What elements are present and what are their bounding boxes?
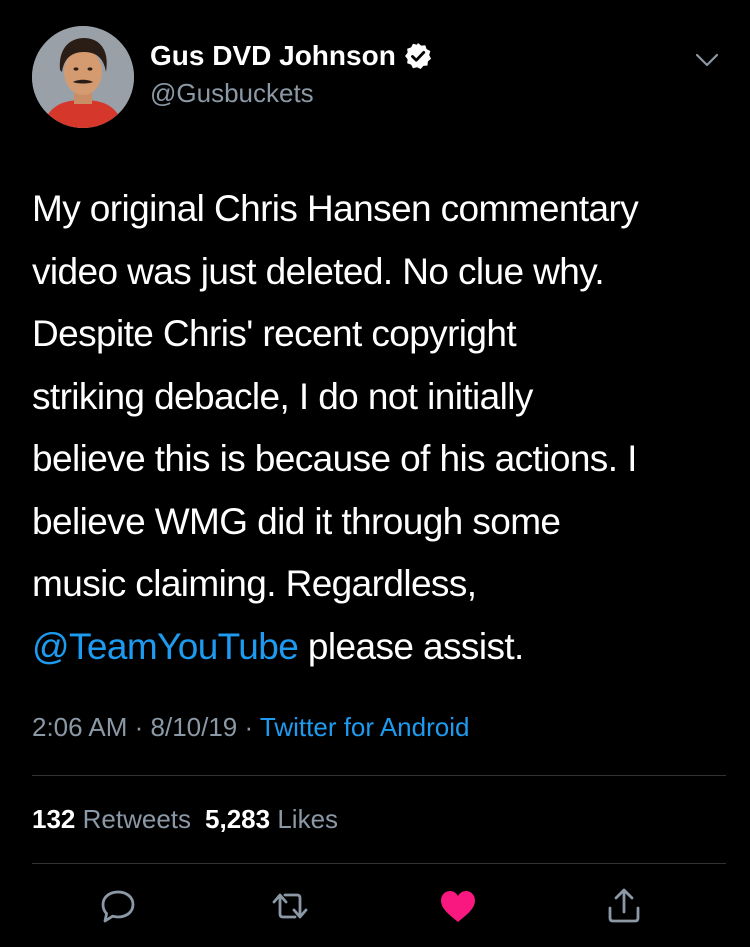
reply-icon — [101, 890, 135, 923]
retweet-icon — [272, 893, 308, 919]
tweet-line: striking debacle, I do not initially — [32, 375, 533, 417]
tweet-line: My original Chris Hansen commentary — [32, 188, 639, 229]
divider — [32, 775, 726, 776]
tweet-line: believe this is because of his actions. … — [32, 438, 637, 479]
retweets-stat[interactable]: 132 Retweets — [32, 804, 191, 834]
heart-icon — [441, 891, 475, 922]
likes-label: Likes — [277, 804, 339, 834]
tweet-line: believe WMG did it through some — [32, 500, 561, 542]
chevron-down-icon[interactable] — [694, 50, 720, 70]
tweet-line: video was just deleted. No clue why. — [32, 250, 605, 292]
avatar[interactable] — [32, 26, 134, 128]
tweet-meta: 2:06 AM · 8/10/19 · Twitter for Android — [32, 712, 469, 743]
tweet-date[interactable]: 8/10/19 — [151, 712, 238, 742]
retweets-label: Retweets — [82, 804, 192, 834]
tweet-line: Despite Chris' recent copyright — [32, 313, 517, 354]
engagement-stats: 132 Retweets 5,283 Likes — [32, 804, 338, 835]
verified-badge-icon — [404, 43, 431, 69]
mention-link[interactable]: @TeamYouTube — [32, 626, 299, 667]
retweets-count: 132 — [32, 804, 76, 834]
display-name-row[interactable]: Gus DVD Johnson — [150, 40, 432, 72]
like-button[interactable] — [436, 884, 480, 928]
divider — [32, 863, 726, 864]
tweet-line-last: @TeamYouTube please assist. — [32, 616, 732, 679]
display-name[interactable]: Gus DVD Johnson — [150, 40, 396, 72]
meta-separator: · — [127, 712, 151, 742]
user-handle[interactable]: @Gusbuckets — [150, 78, 314, 109]
tweet-text: My original Chris Hansen commentary vide… — [32, 178, 732, 678]
tweet-source-link[interactable]: Twitter for Android — [260, 712, 470, 742]
retweet-button[interactable] — [268, 884, 312, 928]
likes-stat[interactable]: 5,283 Likes — [205, 804, 338, 834]
avatar-image — [32, 26, 134, 128]
tweet-line: music claiming. Regardless, — [32, 563, 477, 604]
share-button[interactable] — [602, 884, 646, 928]
reply-button[interactable] — [96, 884, 140, 928]
share-icon — [608, 888, 640, 923]
likes-count: 5,283 — [205, 804, 271, 834]
tweet-line-tail: please assist. — [298, 625, 524, 667]
tweet-time[interactable]: 2:06 AM — [32, 712, 127, 742]
meta-separator: · — [237, 712, 260, 742]
